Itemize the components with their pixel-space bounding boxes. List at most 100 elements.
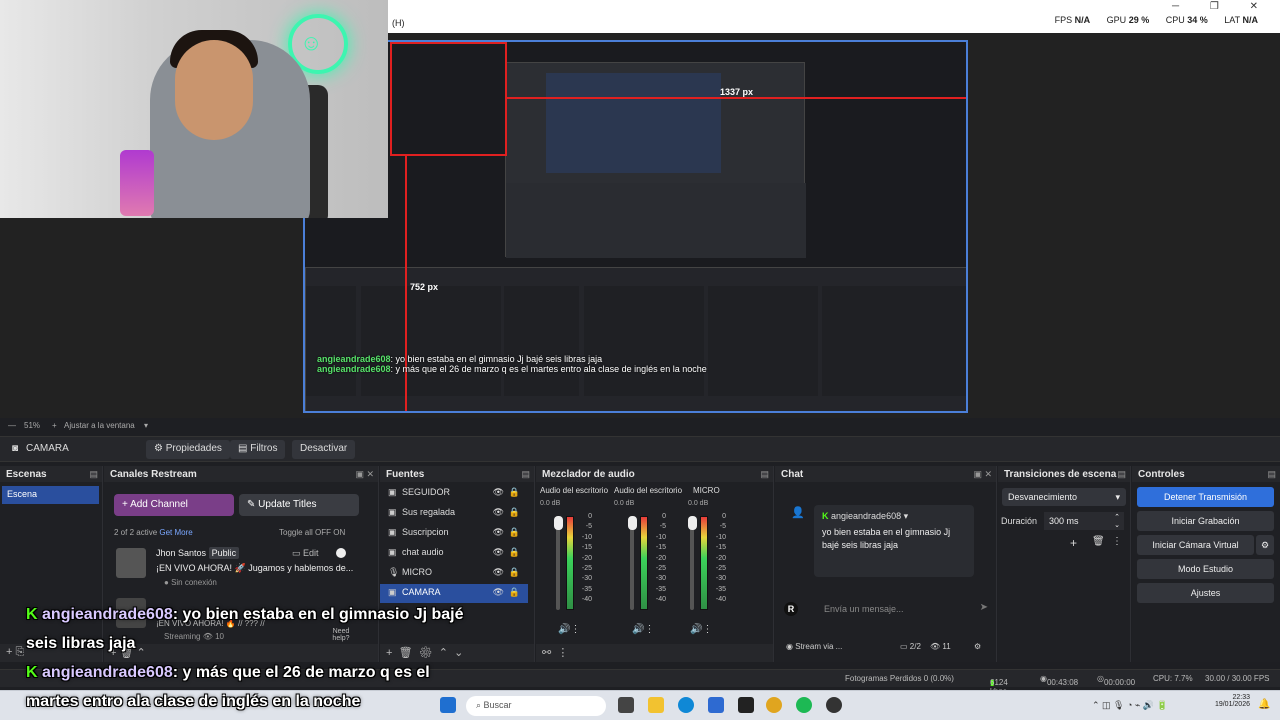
menu-icon[interactable]: ⋮	[557, 647, 568, 659]
preview-caption-msg-1: : yo bien estaba en el gimnasio Jj bajé …	[390, 354, 603, 364]
task-view-icon[interactable]	[618, 697, 634, 713]
chrome-icon[interactable]	[766, 697, 782, 713]
update-titles-button[interactable]: ✎ Update Titles	[239, 494, 359, 516]
filters-button[interactable]: ▤ Filtros	[230, 440, 286, 459]
speaker-icon[interactable]: 🔊⋮	[558, 624, 580, 635]
channel-toggle[interactable]	[336, 548, 346, 558]
viewer-count: 👁 11	[930, 642, 951, 651]
source-item[interactable]: ▣ chat audio 👁 🔒	[380, 544, 528, 563]
deactivate-button[interactable]: Desactivar	[292, 440, 356, 459]
chat-username: angieandrade608	[831, 511, 902, 521]
dock-menu-icon[interactable]: ▤	[1117, 469, 1126, 480]
dock-menu-icon[interactable]: ▤	[89, 469, 98, 480]
eye-icon: 👁	[492, 527, 504, 537]
gpu-value: 29 %	[1128, 15, 1150, 25]
nested-preview-inner	[546, 73, 721, 173]
scene-item-escena[interactable]: Escena	[2, 486, 99, 504]
add-channel-button[interactable]: + Add Channel	[114, 494, 234, 516]
selection-box[interactable]	[390, 42, 507, 156]
dock-close-icon[interactable]: ▣ ✕	[973, 469, 992, 480]
nested-docks	[506, 183, 806, 258]
nested-mixer	[584, 286, 704, 396]
mixer-db: 0.0 dB	[688, 500, 709, 507]
transitions-dock: Transiciones de escena ▤ Desvanecimiento…	[998, 466, 1131, 662]
stop-stream-button[interactable]: Detener Transmisión	[1137, 487, 1274, 507]
stepper-icon: ⌃ ⌄	[1114, 514, 1120, 529]
cpu-label: CPU	[1165, 15, 1185, 25]
virtual-camera-settings-icon[interactable]: ⚙	[1256, 535, 1274, 555]
kick-icon: K	[822, 511, 829, 521]
trash-icon[interactable]: 🗑	[1092, 536, 1105, 547]
notification-icon[interactable]: 🔔	[1258, 699, 1270, 710]
audio-meter	[640, 516, 648, 610]
duration-label: Duración	[1001, 516, 1038, 526]
lock-icon: 🔒	[508, 547, 520, 557]
system-tray-icons[interactable]: ⌃ ◫ 🎙 ◔ ⌁ 🔊 🔋	[1092, 700, 1168, 711]
spotify-icon[interactable]	[796, 697, 812, 713]
scene-filter-icon[interactable]: ⎘	[16, 646, 25, 658]
dock-menu-icon[interactable]: ▤	[1267, 469, 1276, 480]
stats-readout: FPS N/A GPU 29 % CPU 34 % LAT N/A	[1055, 15, 1272, 25]
add-scene-icon[interactable]: +	[6, 646, 12, 658]
y-app-icon[interactable]	[738, 697, 754, 713]
nested-scenes	[306, 286, 356, 396]
file-explorer-icon[interactable]	[648, 697, 664, 713]
properties-button[interactable]: ⚙ Propiedades	[146, 440, 230, 459]
source-item[interactable]: 🎙 MICRO 👁 🔒	[380, 564, 528, 583]
stream-via: ◉ Stream via ...	[786, 642, 843, 651]
clock[interactable]: 22:33 19/01/2026	[1200, 694, 1250, 708]
volume-fader[interactable]	[688, 516, 697, 610]
preview-scene[interactable]: 1337 px 752 px angieandrade608: yo bien …	[303, 40, 968, 413]
menu-icon[interactable]: ⋮	[1112, 536, 1122, 547]
pages-indicator: ▭ 2/2	[900, 642, 921, 651]
active-count: 2 of 2 active Get More	[114, 528, 193, 537]
preview-caption-msg-2: : y más que el 26 de marzo q es el marte…	[390, 364, 707, 374]
volume-fader[interactable]	[554, 516, 563, 610]
virtual-camera-button[interactable]: Iniciar Cámara Virtual	[1137, 535, 1254, 555]
restream-logo-icon: R	[784, 602, 798, 616]
chat-input[interactable]: R Envía un mensaje... ➤	[780, 599, 992, 619]
dock-close-icon[interactable]: ▣ ✕	[355, 469, 374, 480]
dock-menu-icon[interactable]: ▤	[760, 469, 769, 480]
source-item[interactable]: ▣ SEGUIDOR 👁 🔒	[380, 484, 528, 503]
source-label: SEGUIDOR	[402, 487, 451, 497]
db-scale: 0 -5 -10 -15 -20 -25 -30 -35 -40	[715, 513, 726, 604]
zoom-plus-icon[interactable]: +	[52, 421, 57, 430]
channel-edit-button[interactable]: ▭ Edit	[292, 548, 319, 559]
channel-row[interactable]: Jhon Santos Public	[156, 547, 240, 559]
eye-icon: 👁	[492, 487, 504, 497]
duration-input[interactable]: 300 ms ⌃ ⌄	[1044, 512, 1124, 530]
store-icon[interactable]	[708, 697, 724, 713]
dropped-frames: Fotogramas Perdidos 0 (0.0%)	[845, 674, 954, 683]
edge-icon[interactable]	[678, 697, 694, 713]
overlay-message: : y más que el 26 de marzo q es el	[172, 664, 430, 681]
transition-select[interactable]: Desvanecimiento ▾	[1002, 488, 1126, 506]
send-icon[interactable]: ➤	[980, 602, 988, 613]
chat-settings-icon[interactable]: ⚙	[974, 642, 981, 651]
settings-button[interactable]: Ajustes	[1137, 583, 1274, 603]
start-record-button[interactable]: Iniciar Grabación	[1137, 511, 1274, 531]
add-transition-icon[interactable]: +	[1070, 536, 1077, 550]
mixer-db: 0.0 dB	[540, 500, 561, 507]
volume-fader[interactable]	[628, 516, 637, 610]
window-title-fragment: (H)	[392, 18, 405, 28]
dock-menu-icon[interactable]: ▤	[521, 469, 530, 480]
source-item[interactable]: ▣ Suscripcion 👁 🔒	[380, 524, 528, 543]
toggle-all[interactable]: Toggle all OFF ON	[279, 528, 345, 537]
zoom-dropdown-icon[interactable]: ▾	[144, 421, 148, 430]
zoom-minus-icon[interactable]: —	[8, 421, 16, 430]
studio-mode-button[interactable]: Modo Estudio	[1137, 559, 1274, 579]
get-more-link[interactable]: Get More	[159, 528, 192, 537]
stream-time: ◉ 00:43:08	[1040, 674, 1079, 687]
window-controls[interactable]: ─ ❐ ✕	[1172, 1, 1272, 12]
obs-icon[interactable]	[826, 697, 842, 713]
speaker-icon[interactable]: 🔊⋮	[690, 624, 712, 635]
user-avatar-icon: 👤	[791, 507, 805, 519]
audio-meter	[700, 516, 708, 610]
zoom-fit-label[interactable]: Ajustar a la ventana	[64, 421, 135, 430]
record-time: ◎ 00:00:00	[1097, 674, 1136, 687]
source-item[interactable]: ▣ Sus regalada 👁 🔒	[380, 504, 528, 523]
speaker-icon[interactable]: 🔊⋮	[632, 624, 654, 635]
chat-message: K angieandrade608 ▾ yo bien estaba en el…	[814, 505, 974, 577]
lock-icon: 🔒	[508, 587, 520, 597]
